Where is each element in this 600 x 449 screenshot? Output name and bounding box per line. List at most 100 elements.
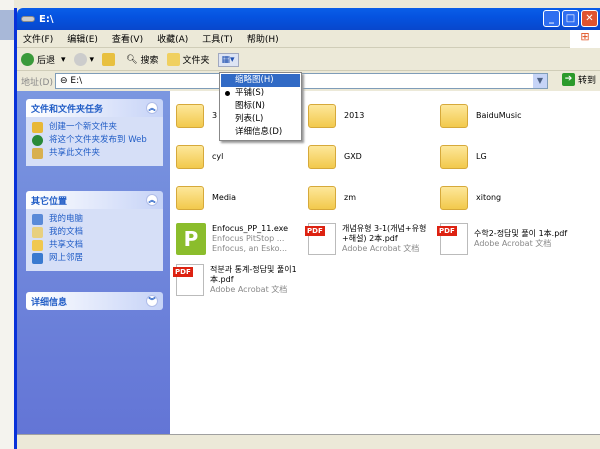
- file-name: Media: [212, 193, 237, 202]
- file-tile[interactable]: PDF 개념유형 3-1(개념+유형+해설) 2本.pdf Adobe Acroba…: [305, 220, 438, 258]
- file-name: Enfocus_PP_11.exe: [212, 224, 289, 233]
- back-label: 后退: [37, 56, 56, 66]
- view-list[interactable]: 列表(L): [221, 113, 300, 126]
- panel-header[interactable]: 其它位置 ︽: [26, 191, 163, 209]
- folders-button[interactable]: 文件夹: [166, 53, 210, 66]
- pdf-icon: PDF: [437, 223, 468, 255]
- pdf-icon: PDF: [173, 264, 204, 296]
- menu-favorites[interactable]: 收藏(A): [157, 32, 188, 45]
- panel-header[interactable]: 详细信息 ︾: [26, 292, 163, 310]
- folder-icon: [440, 186, 468, 210]
- panel-title: 详细信息: [31, 297, 68, 308]
- view-thumbnails[interactable]: 缩略图(H): [221, 74, 300, 87]
- file-tile[interactable]: Media: [176, 179, 306, 217]
- task-new-folder[interactable]: 创建一个新文件夹: [32, 122, 157, 133]
- file-tile[interactable]: BaiduMusic: [440, 97, 570, 135]
- place-my-documents[interactable]: 我的文档: [32, 227, 157, 238]
- menu-bar: 文件(F) 编辑(E) 查看(V) 收藏(A) 工具(T) 帮助(H): [17, 30, 600, 48]
- file-type: Adobe Acrobat 文档: [342, 244, 420, 253]
- place-my-computer[interactable]: 我的电脑: [32, 214, 157, 225]
- menu-view[interactable]: 查看(V): [112, 32, 143, 45]
- up-button[interactable]: [102, 53, 118, 66]
- title-bar[interactable]: E:\ _ □ ✕: [17, 8, 600, 30]
- search-icon: 🔍︎: [126, 54, 138, 65]
- folder-up-icon: [102, 53, 116, 66]
- file-tile[interactable]: LG: [440, 138, 570, 176]
- menu-edit[interactable]: 编辑(E): [67, 32, 98, 45]
- background-window: [0, 0, 14, 449]
- file-tile[interactable]: PDF 적분과 통계-정답및 풀이1本.pdf Adobe Acrobat 文档: [173, 261, 306, 299]
- new-folder-icon: [32, 122, 43, 133]
- file-tile[interactable]: P Enfocus_PP_11.exe Enfocus PitStop ... Enf…: [176, 220, 306, 258]
- pitstop-pro-icon: P: [176, 223, 206, 255]
- file-tasks-panel: 文件和文件夹任务 ︽ 创建一个新文件夹 将这个文件夹发布到 Web 共享此文件夹: [26, 99, 163, 166]
- file-tile[interactable]: GXD: [308, 138, 438, 176]
- collapse-icon[interactable]: ︽: [146, 102, 158, 114]
- file-tile[interactable]: cyl: [176, 138, 306, 176]
- task-publish-web[interactable]: 将这个文件夹发布到 Web: [32, 135, 157, 146]
- menu-label: 缩略图(H): [235, 75, 274, 85]
- go-button[interactable]: ➔ 转到: [561, 73, 596, 86]
- folder-icon: [308, 104, 336, 128]
- shared-folder-icon: [32, 240, 43, 251]
- windows-logo-icon: ⊞: [570, 30, 600, 48]
- address-dropdown[interactable]: ▼: [533, 74, 547, 88]
- menu-tools[interactable]: 工具(T): [202, 32, 233, 45]
- network-icon: [32, 253, 43, 264]
- folder-icon: [440, 145, 468, 169]
- globe-icon: [32, 135, 43, 146]
- address-value: E:\: [70, 76, 83, 86]
- place-label: 共享文档: [49, 240, 84, 250]
- file-name: xitong: [476, 193, 502, 202]
- file-name: LG: [476, 152, 487, 161]
- file-tile[interactable]: 2013: [308, 97, 438, 135]
- folders-label: 文件夹: [182, 56, 210, 66]
- place-label: 网上邻居: [49, 253, 84, 263]
- views-button[interactable]: ▦▾: [217, 52, 239, 67]
- views-dropdown-menu: 缩略图(H) 平铺(S) 图标(N) 列表(L) 详细信息(D): [219, 72, 302, 141]
- computer-icon: [32, 214, 43, 225]
- file-tile[interactable]: zm: [308, 179, 438, 217]
- minimize-button[interactable]: _: [543, 10, 560, 27]
- file-name: 3: [212, 111, 218, 120]
- file-name: 2013: [344, 111, 365, 120]
- expand-icon[interactable]: ︾: [146, 295, 158, 307]
- view-icons[interactable]: 图标(N): [221, 100, 300, 113]
- radio-dot-icon: [225, 91, 230, 96]
- place-label: 我的电脑: [49, 214, 84, 224]
- collapse-icon[interactable]: ︽: [146, 194, 158, 206]
- search-label: 搜索: [140, 56, 159, 66]
- menu-file[interactable]: 文件(F): [23, 32, 53, 45]
- maximize-button[interactable]: □: [562, 10, 579, 27]
- file-type: Enfocus PitStop ...: [212, 234, 285, 243]
- forward-button[interactable]: ▾: [73, 53, 94, 66]
- details-panel: 详细信息 ︾: [26, 292, 163, 310]
- search-button[interactable]: 🔍︎ 搜索: [126, 53, 159, 67]
- place-shared-documents[interactable]: 共享文档: [32, 240, 157, 251]
- view-tiles[interactable]: 平铺(S): [221, 87, 300, 100]
- folder-icon: [176, 186, 204, 210]
- panel-title: 其它位置: [31, 196, 68, 207]
- back-dropdown-icon[interactable]: ▾: [61, 55, 66, 65]
- file-company: Enfocus, an Esko...: [212, 244, 288, 253]
- close-button[interactable]: ✕: [581, 10, 598, 27]
- menu-help[interactable]: 帮助(H): [247, 32, 279, 45]
- file-tile[interactable]: xitong: [440, 179, 570, 217]
- file-tile[interactable]: PDF 수학2-정답및 풀이 1本.pdf Adobe Acrobat 文档: [437, 220, 570, 258]
- folder-icon: [166, 53, 180, 66]
- toolbar: 后退 ▾ ▾ 🔍︎ 搜索 文件夹 ▦▾: [17, 49, 600, 71]
- menu-label: 列表(L): [235, 114, 264, 124]
- task-share-folder[interactable]: 共享此文件夹: [32, 148, 157, 159]
- place-network[interactable]: 网上邻居: [32, 253, 157, 264]
- panel-header[interactable]: 文件和文件夹任务 ︽: [26, 99, 163, 117]
- status-bar: [17, 434, 600, 449]
- explorer-window: E:\ _ □ ✕ 文件(F) 编辑(E) 查看(V) 收藏(A) 工具(T) …: [14, 8, 600, 449]
- view-details[interactable]: 详细信息(D): [221, 126, 300, 139]
- share-folder-icon: [32, 148, 43, 159]
- file-list: 3 2013 BaiduMusic cyl GXD LG Media zm xitong P Enf…: [170, 91, 600, 434]
- menu-label: 详细信息(D): [235, 127, 283, 137]
- folder-icon: [440, 104, 468, 128]
- file-name: 적분과 통계-정답및 풀이1本.pdf: [210, 265, 297, 284]
- back-button[interactable]: 后退 ▾: [21, 53, 66, 66]
- go-label: 转到: [577, 76, 596, 86]
